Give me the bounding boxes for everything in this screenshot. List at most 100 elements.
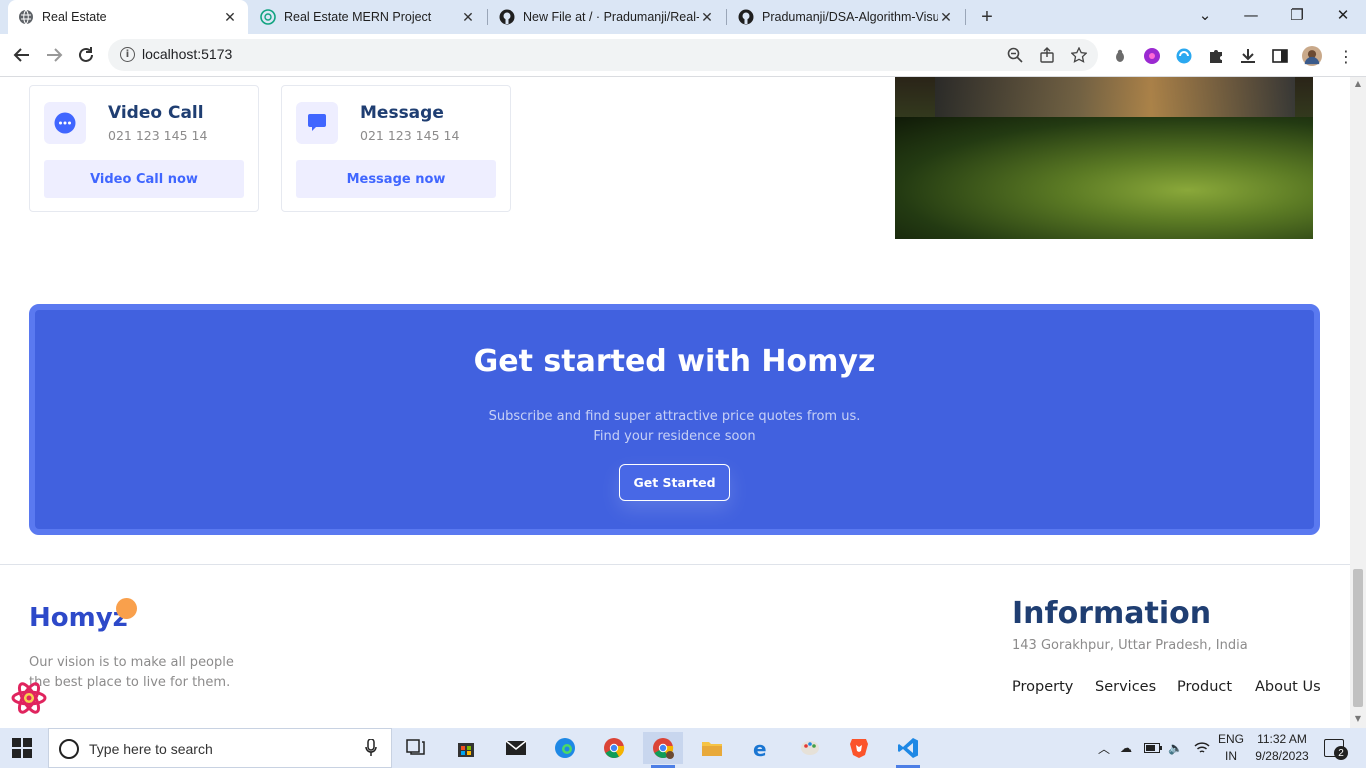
microphone-icon[interactable] xyxy=(365,738,377,761)
scroll-up-arrow-icon[interactable]: ▲ xyxy=(1353,79,1363,89)
clock-time: 11:32 AM xyxy=(1257,732,1307,746)
clock-date: 9/28/2023 xyxy=(1255,749,1309,763)
extensions-puzzle-icon[interactable] xyxy=(1206,46,1226,66)
menu-kebab-icon[interactable]: ⋮ xyxy=(1336,46,1356,66)
reload-icon[interactable] xyxy=(74,43,98,67)
chrome-profile-icon[interactable] xyxy=(643,732,683,768)
notification-count-badge: 2 xyxy=(1334,746,1348,760)
tab-title: Real Estate MERN Project xyxy=(284,10,432,24)
url-text[interactable]: localhost:5173 xyxy=(142,46,232,62)
search-icon xyxy=(59,739,79,759)
lang-line1: ENG xyxy=(1217,732,1244,746)
new-tab-button[interactable]: + xyxy=(976,6,998,28)
close-tab-icon[interactable]: ✕ xyxy=(699,9,715,26)
tab-title: New File at / · Pradumanji/Real-E xyxy=(523,10,699,24)
house-structure xyxy=(935,77,1295,117)
system-clock[interactable]: 11:32 AM 9/28/2023 xyxy=(1250,731,1314,765)
scroll-down-arrow-icon[interactable]: ▼ xyxy=(1353,714,1363,724)
bug-extension-icon[interactable] xyxy=(1110,46,1130,66)
edge-icon[interactable] xyxy=(545,732,585,764)
tab-dsa-visualizer[interactable]: Pradumanji/DSA-Algorithm-Visu ✕ xyxy=(728,0,964,34)
close-tab-icon[interactable]: ✕ xyxy=(460,9,476,26)
svg-text:e: e xyxy=(753,737,767,759)
volume-icon[interactable]: 🔈 xyxy=(1168,728,1183,768)
card-phone: 021 123 145 14 xyxy=(108,128,208,143)
video-call-now-button[interactable]: Video Call now xyxy=(44,160,244,198)
github-icon xyxy=(499,9,515,25)
tab-mern-project[interactable]: Real Estate MERN Project ✕ xyxy=(250,0,486,34)
zoom-icon[interactable] xyxy=(1006,46,1024,64)
task-view-icon[interactable] xyxy=(396,732,436,764)
logo-orange-dot xyxy=(116,598,137,619)
battery-icon[interactable] xyxy=(1144,728,1162,768)
tab-separator xyxy=(726,9,727,25)
minimize-icon[interactable]: — xyxy=(1228,0,1274,30)
get-started-banner: Get started with Homyz Subscribe and fin… xyxy=(29,304,1320,535)
cta-subtitle-line1: Subscribe and find super attractive pric… xyxy=(488,409,861,424)
chat-dots-icon xyxy=(44,102,86,144)
language-indicator[interactable]: ENG IN xyxy=(1216,731,1246,765)
message-now-button[interactable]: Message now xyxy=(296,160,496,198)
footer-link-services[interactable]: Services xyxy=(1095,679,1156,695)
taskbar-search-box[interactable]: Type here to search xyxy=(48,728,392,768)
information-heading: Information xyxy=(1012,596,1212,631)
paint-icon[interactable] xyxy=(790,732,830,764)
footer-link-about-us[interactable]: About Us xyxy=(1255,679,1321,695)
cta-subtitle: Subscribe and find super attractive pric… xyxy=(35,407,1314,447)
browser-toolbar: i localhost:5173 ⋮ xyxy=(0,34,1366,77)
show-hidden-icons[interactable]: ︿ xyxy=(1098,728,1110,768)
video-call-card: Video Call 021 123 145 14 Video Call now xyxy=(29,85,259,212)
restore-icon[interactable]: ❐ xyxy=(1274,0,1320,30)
message-bubble-icon xyxy=(296,102,338,144)
purple-extension-icon[interactable] xyxy=(1142,46,1162,66)
bookmark-star-icon[interactable] xyxy=(1070,46,1088,64)
tab-title: Real Estate xyxy=(42,10,107,24)
tab-new-file[interactable]: New File at / · Pradumanji/Real-E ✕ xyxy=(489,0,725,34)
file-explorer-icon[interactable] xyxy=(692,732,732,764)
profile-avatar[interactable] xyxy=(1302,46,1322,66)
close-tab-icon[interactable]: ✕ xyxy=(938,9,954,26)
wifi-icon[interactable] xyxy=(1194,728,1210,768)
share-icon[interactable] xyxy=(1038,46,1056,64)
footer-link-product[interactable]: Product xyxy=(1177,679,1232,695)
mail-icon[interactable] xyxy=(496,732,536,764)
forward-icon[interactable] xyxy=(42,43,66,67)
site-info-icon[interactable]: i xyxy=(120,47,135,62)
scroll-thumb[interactable] xyxy=(1353,569,1363,707)
chatgpt-icon xyxy=(260,9,276,25)
globe-icon xyxy=(18,9,34,25)
tab-strip: Real Estate ✕ Real Estate MERN Project ✕… xyxy=(0,0,1366,34)
back-icon[interactable] xyxy=(10,43,34,67)
microsoft-store-icon[interactable] xyxy=(446,732,486,764)
tab-search-icon[interactable]: ⌄ xyxy=(1182,0,1228,30)
address-bar[interactable]: i localhost:5173 xyxy=(108,39,1098,71)
blue-extension-icon[interactable] xyxy=(1174,46,1194,66)
close-tab-icon[interactable]: ✕ xyxy=(222,9,238,26)
download-icon[interactable] xyxy=(1238,46,1258,66)
taskbar: Type here to search e ︿ ☁ 🔈 ENG IN 11:32… xyxy=(0,728,1366,768)
github-icon xyxy=(738,9,754,25)
brave-icon[interactable] xyxy=(839,732,879,764)
message-card: Message 021 123 145 14 Message now xyxy=(281,85,511,212)
page-scrollbar[interactable]: ▲ ▼ xyxy=(1350,77,1366,728)
close-window-icon[interactable]: ✕ xyxy=(1320,0,1366,30)
side-panel-icon[interactable] xyxy=(1270,46,1290,66)
onedrive-icon[interactable]: ☁ xyxy=(1120,728,1132,768)
lang-line2: IN xyxy=(1225,749,1237,763)
web-page: Video Call 021 123 145 14 Video Call now… xyxy=(0,77,1350,728)
get-started-button[interactable]: Get Started xyxy=(619,464,730,501)
card-title: Video Call xyxy=(108,103,204,123)
footer-link-property[interactable]: Property xyxy=(1012,679,1073,695)
house-image xyxy=(895,77,1313,239)
react-devtools-icon[interactable] xyxy=(11,680,47,716)
chrome-icon[interactable] xyxy=(594,732,634,764)
footer-divider xyxy=(0,564,1350,565)
tab-title: Pradumanji/DSA-Algorithm-Visu xyxy=(762,10,938,24)
taskbar-search-placeholder: Type here to search xyxy=(89,741,213,757)
internet-explorer-icon[interactable]: e xyxy=(741,732,781,764)
vscode-icon[interactable] xyxy=(888,732,928,768)
vision-text: Our vision is to make all people the bes… xyxy=(29,655,234,690)
windows-start-icon[interactable] xyxy=(12,738,32,758)
brand-logo[interactable]: Homyz xyxy=(29,603,128,633)
tab-real-estate[interactable]: Real Estate ✕ xyxy=(8,0,248,34)
